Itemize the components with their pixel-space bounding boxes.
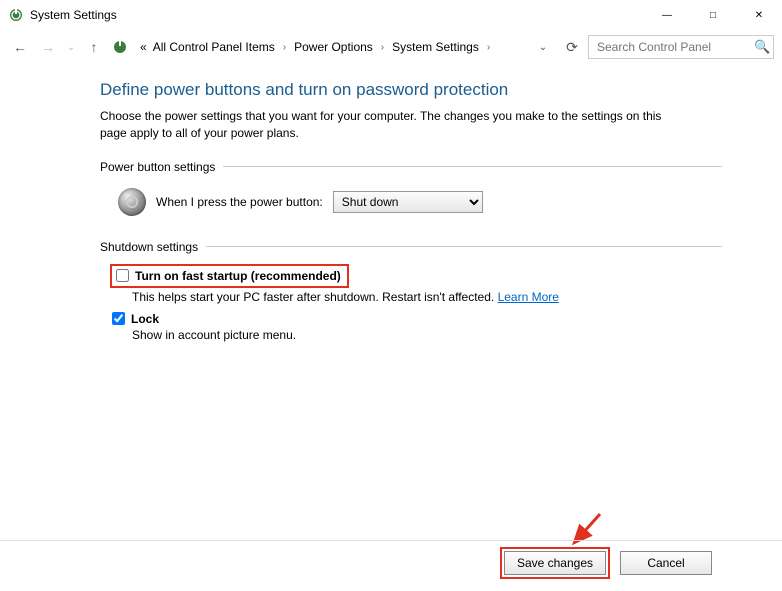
fast-startup-description: This helps start your PC faster after sh… (132, 290, 722, 304)
refresh-button[interactable]: ⟳ (560, 35, 584, 59)
section-label: Power button settings (100, 160, 215, 174)
save-button-highlight: Save changes (500, 547, 610, 579)
title-bar: System Settings — □ ✕ (0, 0, 782, 30)
breadcrumb-item[interactable]: System Settings (390, 38, 481, 56)
chevron-right-icon[interactable]: › (483, 42, 494, 53)
power-button-action-select[interactable]: Shut down (333, 191, 483, 213)
power-button-label: When I press the power button: (156, 195, 323, 209)
divider (206, 246, 722, 247)
power-icon (118, 188, 146, 216)
maximize-button[interactable]: □ (690, 0, 736, 30)
lock-row: Lock (112, 312, 722, 326)
page-description: Choose the power settings that you want … (100, 108, 680, 142)
close-button[interactable]: ✕ (736, 0, 782, 30)
search-input[interactable] (595, 39, 754, 55)
content-area: Define power buttons and turn on passwor… (100, 80, 722, 350)
recent-locations-button[interactable]: ⌄ (64, 35, 78, 59)
up-button[interactable]: ↑ (82, 35, 106, 59)
breadcrumb-item[interactable]: All Control Panel Items (151, 38, 277, 56)
search-box[interactable]: 🔍 (588, 35, 774, 59)
learn-more-link[interactable]: Learn More (498, 290, 559, 304)
app-icon (8, 7, 24, 23)
save-changes-button[interactable]: Save changes (504, 551, 606, 575)
lock-checkbox[interactable] (112, 312, 125, 325)
search-icon[interactable]: 🔍 (754, 39, 770, 55)
section-label: Shutdown settings (100, 240, 198, 254)
lock-description: Show in account picture menu. (132, 328, 722, 342)
minimize-button[interactable]: — (644, 0, 690, 30)
chevron-right-icon[interactable]: › (279, 42, 290, 53)
fast-startup-label: Turn on fast startup (recommended) (135, 269, 341, 283)
breadcrumb[interactable]: « All Control Panel Items › Power Option… (134, 35, 556, 59)
page-title: Define power buttons and turn on passwor… (100, 80, 722, 100)
address-icon (110, 37, 130, 57)
cancel-button[interactable]: Cancel (620, 551, 712, 575)
footer-divider (0, 540, 782, 541)
divider (223, 166, 722, 167)
window-controls: — □ ✕ (644, 0, 782, 30)
power-button-row: When I press the power button: Shut down (118, 188, 722, 216)
breadcrumb-item[interactable]: Power Options (292, 38, 375, 56)
section-header-shutdown: Shutdown settings (100, 240, 722, 254)
toolbar: ← → ⌄ ↑ « All Control Panel Items › Powe… (0, 30, 782, 64)
lock-label: Lock (131, 312, 159, 326)
annotation-arrow (564, 511, 604, 551)
window-title: System Settings (30, 8, 644, 22)
chevron-right-icon[interactable]: › (377, 42, 388, 53)
back-button[interactable]: ← (8, 35, 32, 59)
address-dropdown-button[interactable]: ⌄ (534, 42, 552, 53)
button-row: Save changes Cancel (500, 547, 712, 579)
fast-startup-checkbox[interactable] (116, 269, 129, 282)
breadcrumb-prefix[interactable]: « (138, 38, 149, 56)
fast-startup-highlight: Turn on fast startup (recommended) (110, 264, 349, 288)
forward-button[interactable]: → (36, 35, 60, 59)
section-header-power-button: Power button settings (100, 160, 722, 174)
